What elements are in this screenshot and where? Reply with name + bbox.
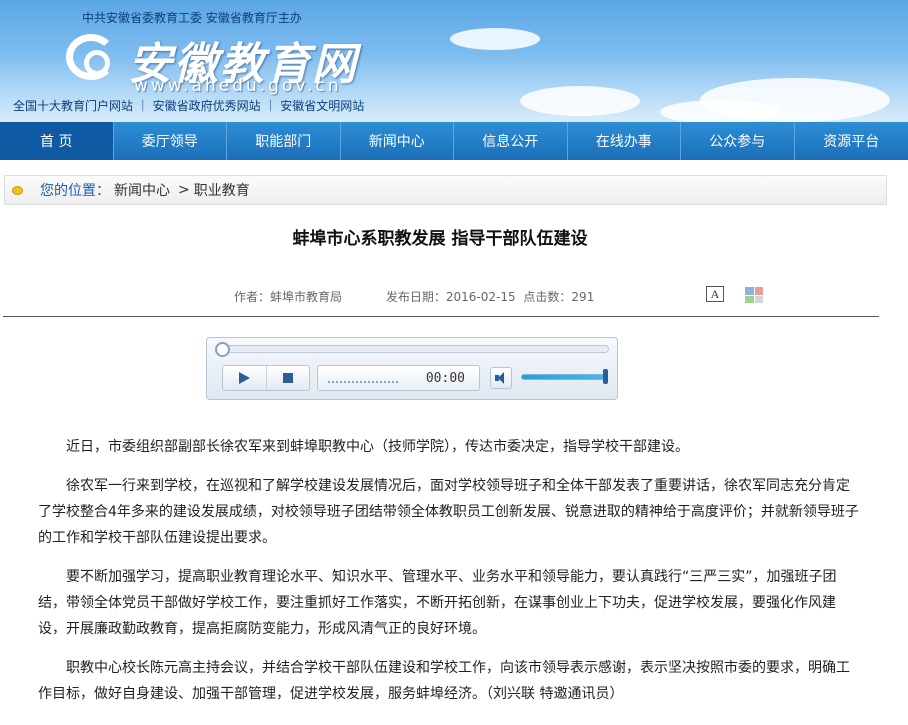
site-url: www.ahedu.gov.cn bbox=[134, 76, 342, 96]
article-body: 近日，市委组织部副部长徐农军来到蚌埠职教中心（技师学院），传达市委决定，指导学校… bbox=[38, 434, 862, 720]
stop-button[interactable] bbox=[265, 366, 309, 390]
article-paragraph: 近日，市委组织部副部长徐农军来到蚌埠职教中心（技师学院），传达市委决定，指导学校… bbox=[66, 439, 689, 455]
site-honors: 全国十大教育门户网站 ｜ 安徽省政府优秀网站 ｜ 安徽省文明网站 bbox=[13, 99, 365, 113]
article-title: 蚌埠市心系职教发展 指导干部队伍建设 bbox=[292, 229, 588, 249]
location-dot-icon bbox=[12, 185, 23, 195]
seek-knob[interactable] bbox=[215, 342, 230, 357]
breadcrumb: 您的位置： 新闻中心 > 职业教育 bbox=[4, 175, 887, 205]
nav-item-departments[interactable]: 职能部门 bbox=[227, 122, 341, 160]
article-paragraph: 徐农军一行来到学校，在巡视和了解学校建设发展情况后，面对学校领导班子和全体干部发… bbox=[38, 478, 859, 546]
cloud-decoration bbox=[450, 28, 540, 50]
nav-item-leaders[interactable]: 委厅领导 bbox=[114, 122, 227, 160]
volume-handle[interactable] bbox=[603, 369, 608, 384]
share-grid-icon[interactable] bbox=[745, 287, 763, 303]
breadcrumb-label: 您的位置： bbox=[40, 183, 110, 199]
play-icon bbox=[238, 372, 250, 384]
article-date: 发布日期：2016-02-15 bbox=[385, 290, 516, 304]
breadcrumb-item-vocational[interactable]: 职业教育 bbox=[194, 180, 250, 200]
article-meta: 作者：蚌埠市教育局 发布日期：2016-02-15 点击数：291 bbox=[234, 288, 604, 305]
article-paragraph: 职教中心校长陈元高主持会议，并结合学校干部队伍建设和学校工作，向该市领导表示感谢… bbox=[38, 660, 850, 702]
playback-controls bbox=[222, 365, 310, 391]
speaker-icon bbox=[495, 372, 507, 384]
at-sign-logo-icon[interactable] bbox=[66, 34, 116, 80]
site-header: 中共安徽省委教育工委 安徽省教育厅主办 安徽教育网 www.ahedu.gov.… bbox=[0, 0, 908, 122]
volume-slider[interactable] bbox=[521, 374, 607, 380]
nav-item-home[interactable]: 首 页 bbox=[0, 122, 114, 160]
cloud-decoration bbox=[660, 100, 780, 122]
audio-player: 00:00 bbox=[206, 337, 618, 400]
seek-bar[interactable] bbox=[217, 345, 609, 353]
cloud-decoration bbox=[520, 86, 640, 116]
breadcrumb-item-news[interactable]: 新闻中心 bbox=[114, 180, 170, 200]
buffer-indicator bbox=[328, 381, 398, 383]
article-views: 点击数：291 bbox=[523, 290, 595, 304]
nav-item-info-disclosure[interactable]: 信息公开 bbox=[454, 122, 568, 160]
play-button[interactable] bbox=[223, 366, 266, 390]
nav-item-public-participation[interactable]: 公众参与 bbox=[681, 122, 795, 160]
current-time: 00:00 bbox=[425, 371, 465, 386]
nav-item-news[interactable]: 新闻中心 bbox=[341, 122, 454, 160]
nav-item-resources[interactable]: 资源平台 bbox=[795, 122, 908, 160]
stop-icon bbox=[282, 373, 293, 383]
time-display: 00:00 bbox=[317, 365, 480, 391]
main-nav: 首 页 委厅领导 职能部门 新闻中心 信息公开 在线办事 公众参与 资源平台 bbox=[0, 122, 908, 160]
font-size-button[interactable]: A bbox=[706, 286, 724, 302]
divider bbox=[3, 316, 879, 317]
nav-item-online-services[interactable]: 在线办事 bbox=[568, 122, 681, 160]
article-paragraph: 要不断加强学习，提高职业教育理论水平、知识水平、管理水平、业务水平和领导能力，要… bbox=[38, 569, 837, 637]
article-author: 作者：蚌埠市教育局 bbox=[234, 290, 343, 304]
sponsor-text: 中共安徽省委教育工委 安徽省教育厅主办 bbox=[82, 11, 302, 25]
breadcrumb-separator: > bbox=[178, 182, 190, 198]
mute-button[interactable] bbox=[490, 367, 512, 389]
